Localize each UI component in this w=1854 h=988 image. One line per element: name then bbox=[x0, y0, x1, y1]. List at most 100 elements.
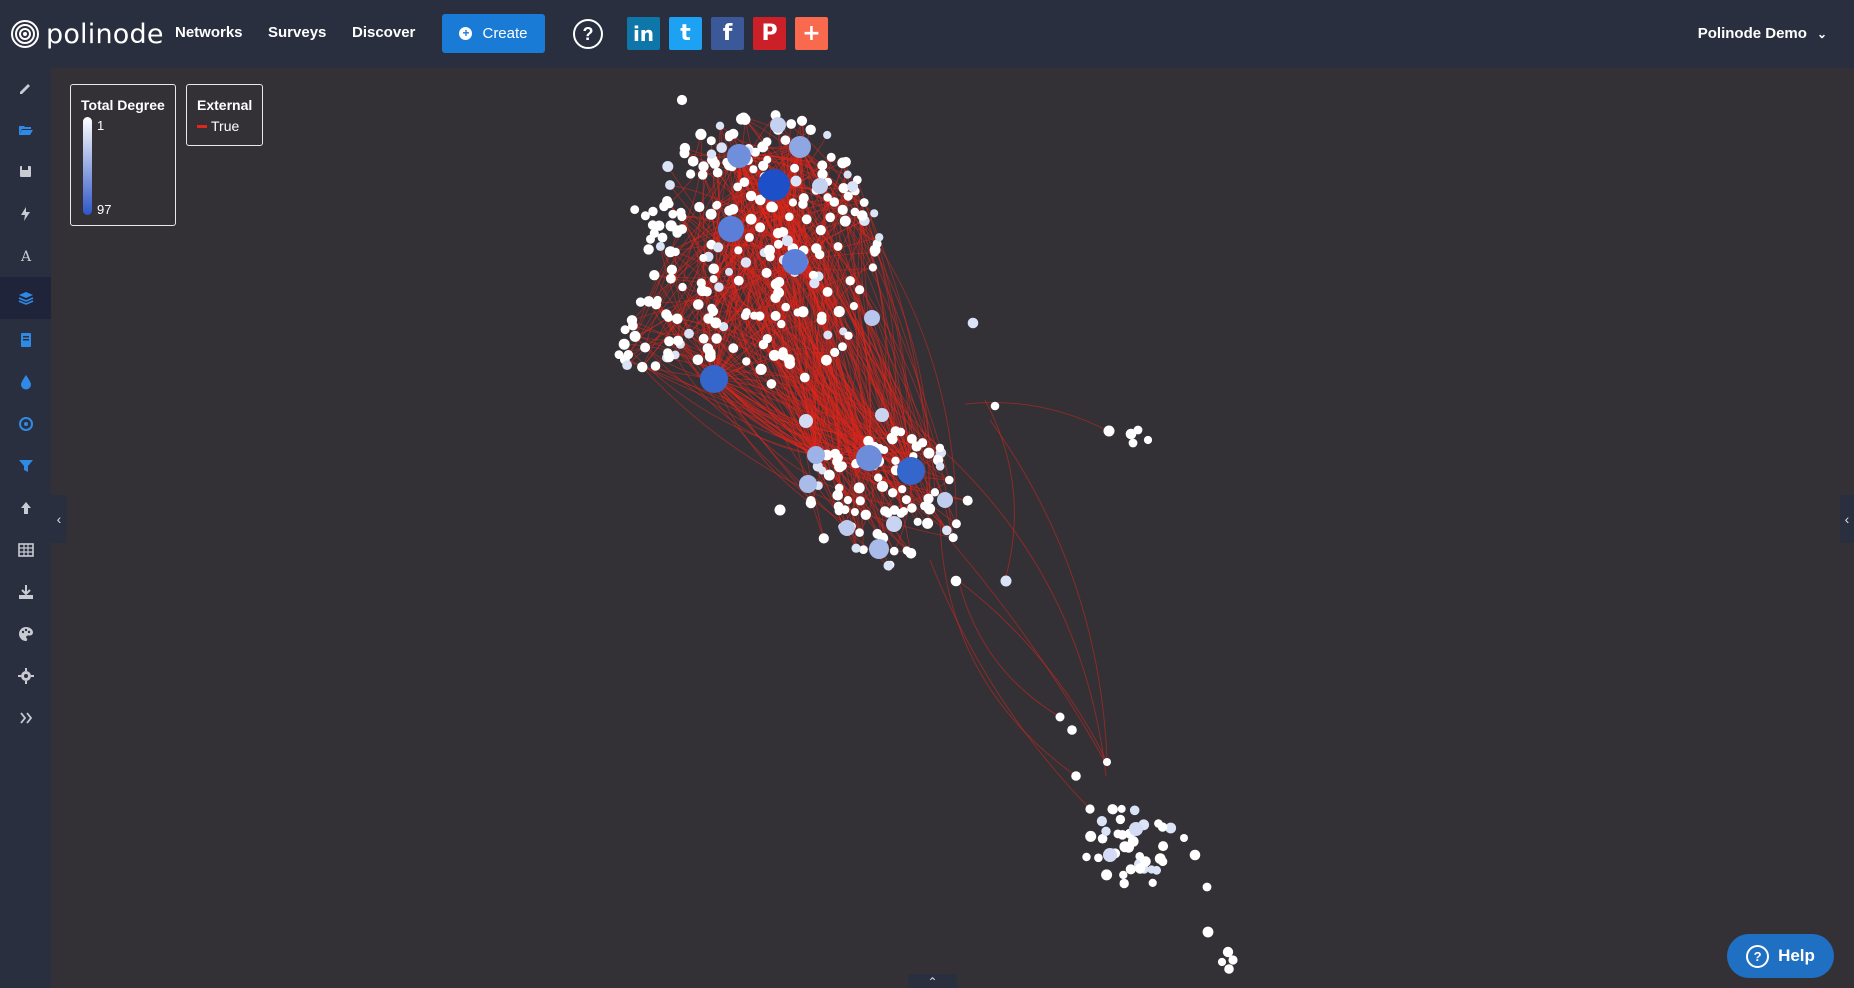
network-node[interactable] bbox=[896, 508, 906, 518]
network-node[interactable] bbox=[1000, 575, 1012, 587]
sidebar-document-button[interactable] bbox=[0, 319, 51, 361]
network-node[interactable] bbox=[891, 456, 900, 465]
network-node[interactable] bbox=[768, 202, 778, 213]
network-node[interactable] bbox=[850, 508, 859, 516]
network-node[interactable] bbox=[727, 204, 739, 215]
network-node[interactable] bbox=[774, 504, 786, 516]
network-node[interactable] bbox=[823, 130, 832, 140]
network-node[interactable] bbox=[705, 208, 717, 220]
network-node[interactable] bbox=[696, 285, 708, 297]
network-node[interactable] bbox=[855, 285, 865, 295]
network-node[interactable] bbox=[883, 560, 894, 571]
network-node[interactable] bbox=[832, 489, 843, 501]
network-node[interactable] bbox=[679, 148, 690, 159]
sidebar-download-button[interactable] bbox=[0, 571, 51, 613]
network-hub-node[interactable] bbox=[758, 169, 790, 201]
network-node[interactable] bbox=[809, 278, 820, 289]
network-node[interactable] bbox=[817, 160, 828, 171]
network-hub-node[interactable] bbox=[869, 539, 889, 559]
network-node[interactable] bbox=[663, 348, 673, 358]
network-hub-node[interactable] bbox=[937, 492, 953, 508]
network-node[interactable] bbox=[868, 263, 878, 272]
network-node[interactable] bbox=[859, 198, 869, 207]
network-node[interactable] bbox=[698, 333, 709, 344]
network-node[interactable] bbox=[745, 190, 757, 202]
network-node[interactable] bbox=[948, 533, 958, 543]
network-node[interactable] bbox=[837, 157, 849, 169]
network-hub-node[interactable] bbox=[789, 136, 811, 158]
network-node[interactable] bbox=[706, 149, 717, 159]
network-node[interactable] bbox=[777, 319, 786, 329]
network-node[interactable] bbox=[849, 302, 859, 311]
network-node[interactable] bbox=[877, 480, 888, 492]
network-node[interactable] bbox=[766, 379, 777, 389]
network-node[interactable] bbox=[744, 232, 754, 242]
network-node[interactable] bbox=[797, 306, 809, 318]
network-node[interactable] bbox=[875, 233, 884, 242]
network-node[interactable] bbox=[662, 161, 674, 172]
network-hub-node[interactable] bbox=[886, 516, 902, 532]
network-node[interactable] bbox=[1129, 805, 1140, 816]
network-node[interactable] bbox=[763, 244, 776, 256]
network-node[interactable] bbox=[911, 441, 922, 452]
pinterest-icon[interactable]: P bbox=[753, 17, 786, 50]
network-node[interactable] bbox=[618, 338, 630, 350]
network-node[interactable] bbox=[693, 299, 704, 310]
network-node[interactable] bbox=[805, 124, 816, 135]
network-node[interactable] bbox=[1107, 804, 1118, 815]
linkedin-icon[interactable]: in bbox=[627, 17, 660, 50]
network-node[interactable] bbox=[922, 517, 934, 529]
network-node[interactable] bbox=[801, 214, 812, 225]
network-node[interactable] bbox=[1117, 830, 1128, 840]
network-node[interactable] bbox=[1082, 852, 1091, 862]
network-node[interactable] bbox=[742, 357, 751, 366]
network-node[interactable] bbox=[888, 488, 898, 498]
network-node[interactable] bbox=[758, 339, 769, 350]
sidebar-upload-button[interactable] bbox=[0, 487, 51, 529]
network-node[interactable] bbox=[1085, 804, 1095, 814]
network-node[interactable] bbox=[1067, 725, 1077, 735]
network-node[interactable] bbox=[923, 503, 936, 515]
network-node[interactable] bbox=[990, 401, 1000, 411]
network-node[interactable] bbox=[755, 311, 765, 321]
network-hub-node[interactable] bbox=[1129, 822, 1143, 836]
create-button[interactable]: + Create bbox=[442, 14, 545, 53]
network-node[interactable] bbox=[1224, 964, 1234, 974]
network-hub-node[interactable] bbox=[812, 178, 828, 194]
network-node[interactable] bbox=[850, 207, 860, 217]
network-node[interactable] bbox=[1115, 814, 1126, 825]
network-node[interactable] bbox=[830, 347, 840, 357]
network-node[interactable] bbox=[665, 180, 675, 190]
network-node[interactable] bbox=[823, 330, 833, 340]
network-node[interactable] bbox=[880, 446, 889, 454]
network-node[interactable] bbox=[1123, 841, 1134, 853]
network-node[interactable] bbox=[845, 276, 855, 286]
network-node[interactable] bbox=[780, 135, 791, 145]
network-node[interactable] bbox=[815, 225, 826, 236]
network-node[interactable] bbox=[1103, 425, 1115, 437]
network-node[interactable] bbox=[1119, 870, 1128, 880]
network-node[interactable] bbox=[853, 482, 865, 494]
network-hub-node[interactable] bbox=[1103, 848, 1117, 862]
network-node[interactable] bbox=[755, 363, 767, 375]
network-node[interactable] bbox=[716, 142, 727, 153]
network-hub-node[interactable] bbox=[799, 414, 813, 428]
network-node[interactable] bbox=[714, 282, 724, 292]
network-node[interactable] bbox=[1119, 878, 1129, 889]
network-node[interactable] bbox=[805, 497, 817, 509]
network-node[interactable] bbox=[951, 519, 961, 529]
network-node[interactable] bbox=[713, 200, 722, 209]
network-node[interactable] bbox=[694, 201, 705, 213]
network-node[interactable] bbox=[640, 342, 651, 353]
network-node[interactable] bbox=[1085, 830, 1097, 842]
network-node[interactable] bbox=[838, 342, 847, 351]
network-node[interactable] bbox=[676, 94, 688, 106]
network-node[interactable] bbox=[705, 348, 716, 359]
network-node[interactable] bbox=[678, 282, 687, 292]
network-node[interactable] bbox=[755, 222, 766, 233]
sidebar-double-chevron-right-button[interactable] bbox=[0, 697, 51, 739]
network-node[interactable] bbox=[823, 469, 835, 481]
network-node[interactable] bbox=[844, 331, 853, 340]
network-node[interactable] bbox=[833, 501, 844, 512]
network-node[interactable] bbox=[815, 249, 825, 260]
